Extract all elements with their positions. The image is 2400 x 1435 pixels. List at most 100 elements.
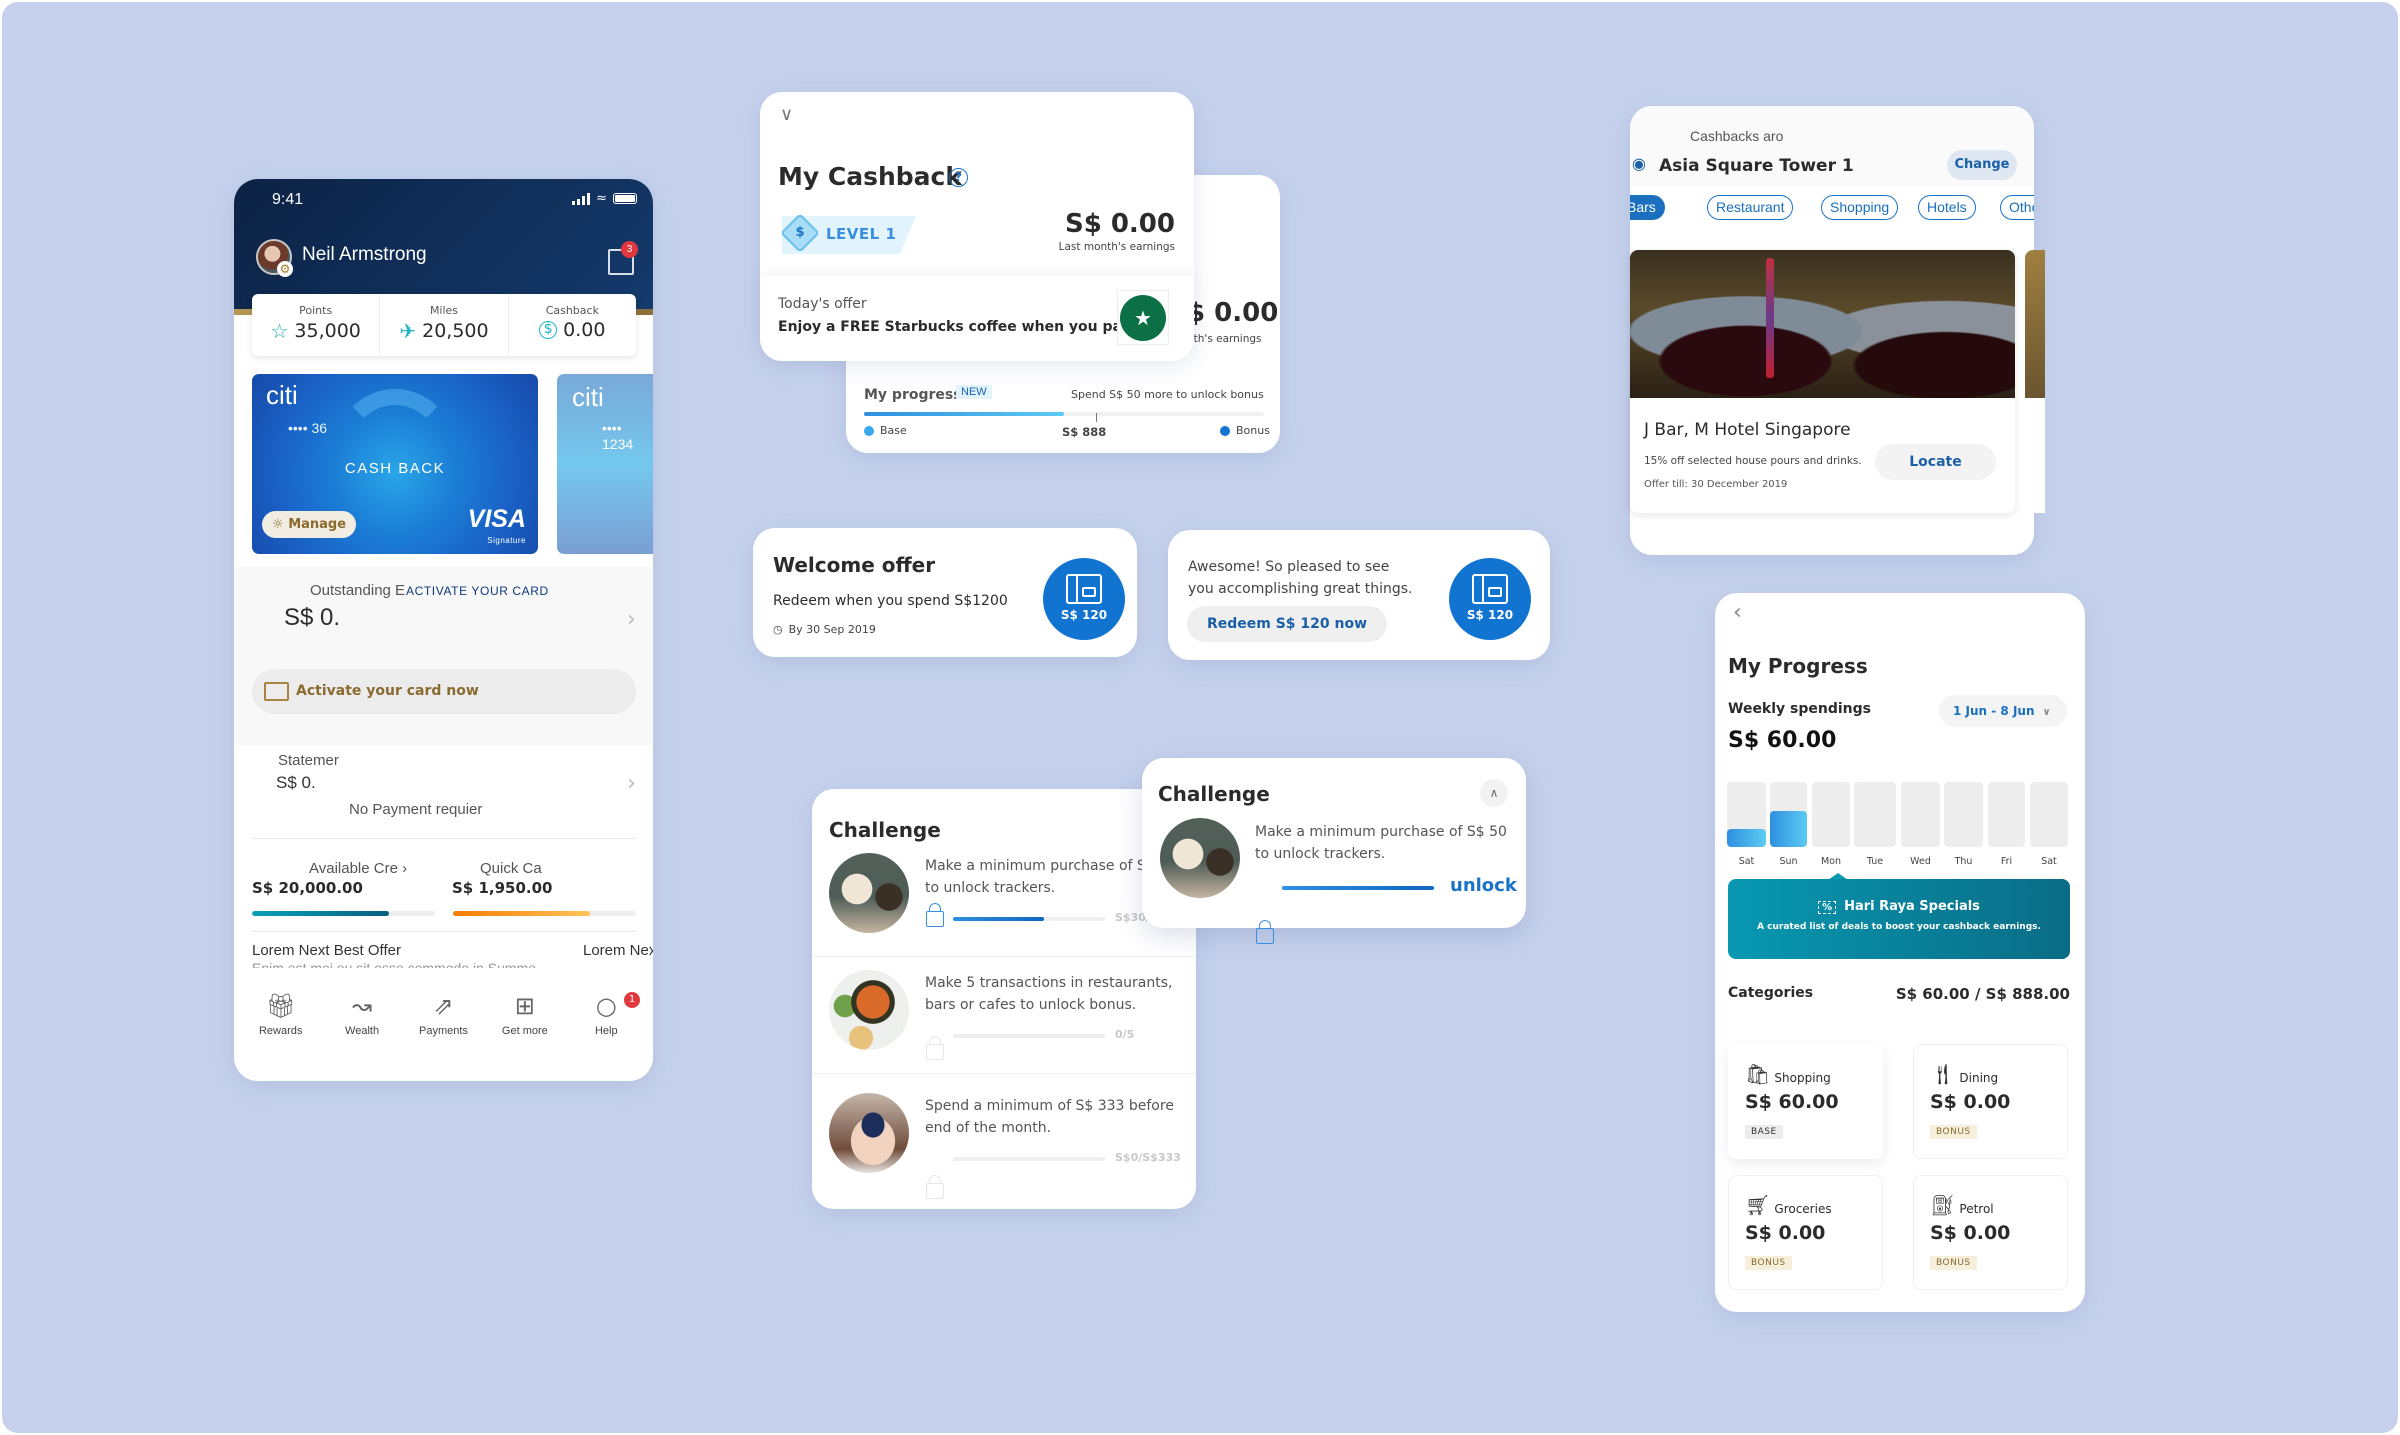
challenge-track [953,917,1105,921]
quick-cash-bar [453,911,636,916]
stat-miles[interactable]: Miles ✈ 20,500 [380,294,509,356]
payment-arrow-icon: ⇗ [433,992,454,1020]
reward-amount: S$ 120 [1060,608,1108,622]
tab-label: Help [594,1025,618,1037]
locate-button[interactable]: Locate [1875,444,1996,480]
stat-cashback[interactable]: Cashback $0.00 [509,294,636,356]
tab-payments[interactable]: ⇗ Payments [403,971,483,1081]
available-credit-label[interactable]: Available Cre › [309,860,407,877]
next-best-offer-title[interactable]: Lorem Next Best Offer [252,942,401,959]
bar-thu-5[interactable] [1944,782,1983,847]
stat-label: Points [299,304,333,317]
chip-bars[interactable]: Bars [1630,195,1665,220]
cashback-amount-subtitle: Last month's earnings [1058,241,1175,253]
stat-value: 35,000 [294,320,361,342]
back-chevron-icon[interactable]: ‹ [1733,600,1742,625]
legend-bonus: Bonus [1220,424,1270,437]
tab-get-more[interactable]: ⊞ Get more [485,971,565,1081]
chevron-right-icon[interactable]: › [627,771,636,796]
help-question-icon[interactable]: ? [949,168,968,187]
progress-title: My progress [864,387,962,403]
category-tag: BASE [1745,1125,1783,1139]
wifi-icon: ≈ [596,191,607,206]
bar-label: Fri [2000,856,2013,867]
stat-points[interactable]: Points ☆ 35,000 [252,294,381,356]
divider [252,931,636,932]
activate-card-button[interactable]: Activate your card now [252,669,636,714]
chevron-down-icon[interactable]: ∨ [780,104,793,125]
bottom-tab-bar: 🎁︎ Rewards ↝ Wealth ⇗ Payments ⊞ Get more ○ H… [234,971,653,1081]
base-dot-icon [864,425,874,436]
cashback-back-amount: $ 0.00 [1187,298,1279,328]
dollar-icon: $ [795,225,805,240]
redeem-button[interactable]: Redeem S$ 120 now [1187,606,1387,642]
tab-rewards[interactable]: 🎁︎ Rewards [241,971,321,1081]
bar-sat-0[interactable] [1727,782,1766,847]
welcome-offer-title: Welcome offer [773,553,936,577]
categories-total: S$ 60.00 / S$ 888.00 [1895,985,2070,1003]
chevron-down-icon: ∨ [2042,707,2051,718]
tab-help[interactable]: ○ Help [566,971,646,1081]
date-range-dropdown[interactable]: 1 Jun - 8 Jun ∨ [1939,695,2067,727]
chip-shopping[interactable]: Shopping [1821,195,1899,220]
starbucks-logo: ★ [1117,290,1169,345]
gift-card-icon [1472,574,1508,604]
category-tag: BONUS [1930,1256,1977,1270]
bar-value [1770,811,1807,847]
cashback-back-subtitle: nth's earnings [1187,333,1262,345]
chip-hotels[interactable]: Hotels [1918,195,1976,220]
bar-label: Wed [1910,856,1931,867]
manage-card-button[interactable]: ☼ Manage [262,511,356,538]
settings-gear-icon[interactable]: ⚙ [277,261,293,277]
cashback-title: My Cashback [778,162,962,191]
bar-sat-7[interactable] [2030,782,2068,847]
bar-mon-2[interactable] [1812,782,1850,847]
challenge-image [1160,818,1240,898]
bar-label: Sun [1779,856,1798,867]
offer-label: Today's offer [778,296,867,312]
plus-square-icon: ⊞ [514,992,535,1020]
bar-label: Sat [1738,856,1755,867]
next-best-offer-subtitle: Enim est mei eu sit esse commodo in Summ… [252,960,536,968]
hari-raya-banner[interactable]: % Hari Raya Specials A curated list of de… [1728,879,2070,959]
weekly-bar-chart: Sat Sun Mon Tue Wed Thu Fri Sat [1727,782,2069,867]
challenge-count: S$0/S$333 [1115,1151,1181,1164]
coupon-icon: % [1818,901,1837,914]
merchant-offer-desc: 15% off selected house pours and drinks. [1644,455,1862,467]
divider [252,838,636,839]
chip-others[interactable]: Othe [2000,195,2034,220]
merchant-offer-card-next[interactable] [2025,250,2045,513]
category-petrol[interactable]: ⛽︎ Petrol S$ 0.00 BONUS [1913,1175,2068,1290]
status-icons: ≈ [572,191,637,206]
chevron-up-icon[interactable]: ∧ [1480,779,1508,807]
offer-text: Enjoy a FREE Starbucks coffee when you p… [778,319,1138,335]
bar-tue-3[interactable] [1854,782,1896,847]
bar-label: Sat [2041,856,2057,867]
tab-wealth[interactable]: ↝ Wealth [322,971,402,1081]
inbox-badge: 3 [621,241,638,258]
progress-marker [1096,413,1097,422]
bar-sun-1[interactable] [1770,782,1807,847]
chevron-right-icon[interactable]: › [627,607,636,632]
challenge-title: Challenge [1158,782,1270,806]
unlock-button[interactable]: unlock [1450,875,1517,896]
category-groceries[interactable]: 🛒︎ Groceries S$ 0.00 BONUS [1728,1175,1883,1290]
plane-icon: ✈ [399,319,417,343]
bar-label: Tue [1866,856,1884,867]
location-name: Asia Square Tower 1 [1659,156,1854,176]
change-location-button[interactable]: Change [1947,150,2017,180]
bar-value [1727,829,1766,847]
lock-icon [926,1036,944,1060]
chip-restaurant[interactable]: Restaurant [1707,195,1794,220]
bar-fri-6[interactable] [1988,782,2025,847]
categories-label: Categories [1728,985,1814,1001]
category-shopping[interactable]: 🛍︎ Shopping S$ 60.00 BASE [1728,1044,1883,1159]
star-icon: ☆ [270,319,289,343]
category-dining[interactable]: 🍴︎ Dining S$ 0.00 BONUS [1913,1044,2068,1159]
next-best-offer-title-2[interactable]: Lorem Nex [583,942,653,959]
quick-cash-label[interactable]: Quick Ca [480,860,542,877]
bar-wed-4[interactable] [1901,782,1940,847]
challenge-track [953,1034,1105,1038]
bonus-dot-icon [1220,425,1230,436]
manage-label: Manage [288,517,347,532]
